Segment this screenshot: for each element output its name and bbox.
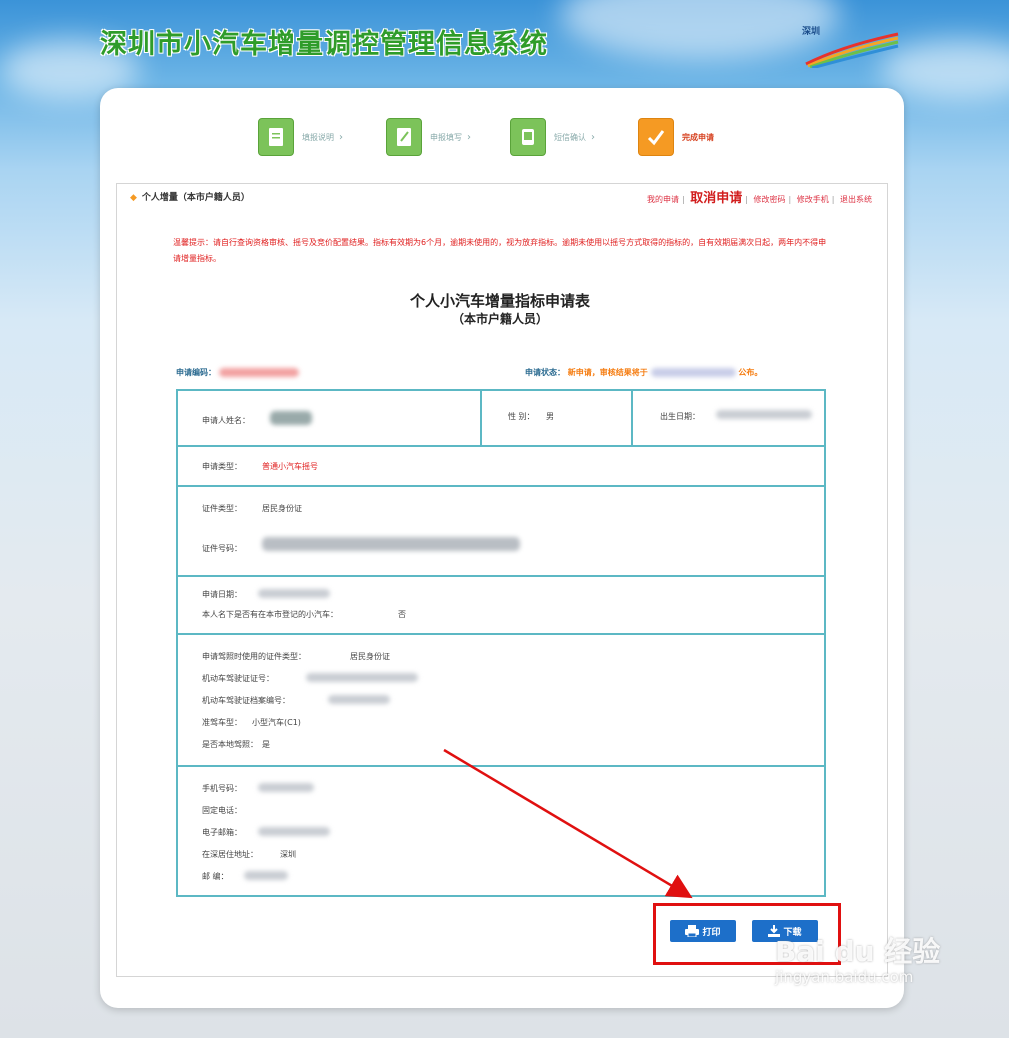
apply-status-label: 申请状态： [525, 368, 565, 377]
edit-icon [386, 118, 422, 156]
apply-type-value: 普通小汽车摇号 [262, 462, 318, 471]
license-id-type-label: 申请驾照时使用的证件类型： [202, 652, 306, 661]
watermark-url: jingyan.baidu.com [775, 968, 914, 986]
redacted-value [650, 368, 736, 377]
breadcrumb-text: 个人增量（本市户籍人员） [141, 193, 250, 203]
form-title: 个人小汽车增量指标申请表 [409, 292, 590, 310]
watermark-main: Bai du 经验 [775, 935, 941, 968]
step-separator: › [467, 131, 471, 143]
apply-status-suffix: 公布。 [738, 368, 763, 377]
change-password-link[interactable]: 修改密码 [754, 195, 786, 204]
step-separator: › [339, 131, 343, 143]
apply-type-label: 申请类型： [202, 462, 242, 471]
step-label: 填报说明 [302, 132, 334, 142]
applicant-name-label: 申请人姓名： [202, 416, 250, 425]
content-topbar: ◆ 个人增量（本市户籍人员） 我的申请 | 取消申请 | 修改密码 | 修改手机 | 退出… [130, 190, 872, 206]
gender-label: 性 别： [508, 412, 535, 421]
document-icon [258, 118, 294, 156]
table-row: 申请日期： 本人名下是否有在本市登记的小汽车： 否 [178, 577, 824, 635]
redacted-value [306, 673, 418, 682]
address-label: 在深居住地址： [202, 850, 258, 859]
breadcrumb: ◆ 个人增量（本市户籍人员） [130, 190, 250, 203]
license-class-value: 小型汽车(C1) [252, 718, 301, 727]
car-ownership-label: 本人名下是否有在本市登记的小汽车： [202, 610, 338, 619]
table-row: 申请人姓名： 性 别： 男 出生日期： [178, 391, 824, 447]
cancel-apply-link[interactable]: 取消申请 [690, 191, 742, 206]
progress-steps: 填报说明 › 申报填写 › 短信确认 › 完成申请 [258, 118, 758, 160]
logout-link[interactable]: 退出系统 [840, 195, 872, 204]
local-license-label: 是否本地驾照： [202, 740, 258, 749]
application-table: 申请人姓名： 性 别： 男 出生日期： 申请类型： 普通小汽车摇号 证件类型： … [176, 389, 826, 897]
apply-date-label: 申请日期： [202, 590, 242, 599]
table-row: 手机号码： 固定电话： 电子邮箱： 在深居住地址： 深圳 邮 编： [178, 767, 824, 899]
step-label: 申报填写 [430, 132, 462, 142]
step-instructions: 填报说明 › [258, 118, 343, 156]
logo-text: 深圳 [802, 27, 821, 37]
license-number-label: 机动车驾驶证证号： [202, 674, 274, 683]
redacted-value [258, 827, 330, 836]
redacted-value [244, 871, 288, 880]
redacted-value [262, 537, 520, 551]
id-type-value: 居民身份证 [262, 504, 302, 513]
apply-status: 申请状态： 新申请，审核结果将于 公布。 [525, 367, 762, 378]
print-label: 打印 [702, 927, 721, 938]
printer-icon [685, 925, 700, 937]
step-label: 完成申请 [682, 132, 714, 142]
system-title: 深圳市小汽车增量调控管理信息系统 [100, 29, 548, 60]
id-type-label: 证件类型： [202, 504, 242, 513]
telephone-label: 固定电话： [202, 806, 242, 815]
step-complete: 完成申请 [638, 118, 714, 156]
cloud-decoration [560, 0, 840, 60]
gender-value: 男 [546, 412, 554, 421]
redacted-value [328, 695, 390, 704]
diamond-icon: ◆ [130, 193, 137, 203]
redacted-value [258, 783, 314, 792]
license-file-label: 机动车驾驶证档案编号： [202, 696, 290, 705]
license-id-type-value: 居民身份证 [350, 652, 390, 661]
print-button[interactable]: 打印 [670, 920, 736, 942]
step-fill-form: 申报填写 › [386, 118, 471, 156]
step-label: 短信确认 [554, 132, 586, 142]
step-separator: › [591, 131, 595, 143]
change-phone-link[interactable]: 修改手机 [797, 195, 829, 204]
checkmark-icon [638, 118, 674, 156]
local-license-value: 是 [262, 740, 270, 749]
apply-number: 申请编码： [176, 367, 299, 378]
table-row: 申请类型： 普通小汽车摇号 [178, 447, 824, 487]
birth-date-label: 出生日期： [660, 412, 700, 421]
redacted-value [218, 368, 299, 377]
license-class-label: 准驾车型： [202, 718, 242, 727]
apply-number-label: 申请编码： [176, 368, 216, 377]
form-subtitle: （本市户籍人员） [451, 312, 548, 326]
notice-text: 温馨提示：请自行查询资格审核、摇号及竞价配置结果。指标有效期为6个月，逾期未使用… [173, 238, 827, 263]
redacted-value [716, 410, 812, 419]
id-number-label: 证件号码： [202, 544, 242, 553]
step-sms-confirm: 短信确认 › [510, 118, 595, 156]
shenzhen-logo: 深圳 [802, 24, 902, 70]
redacted-value [270, 411, 312, 425]
postcode-label: 邮 编： [202, 872, 229, 881]
apply-status-value: 新申请，审核结果将于 [567, 368, 648, 377]
my-apply-link[interactable]: 我的申请 [647, 195, 679, 204]
redacted-value [258, 589, 330, 598]
baidu-watermark: Bai du 经验 jingyan.baidu.com [775, 930, 940, 986]
address-value: 深圳 [280, 850, 296, 859]
email-label: 电子邮箱： [202, 828, 242, 837]
table-row: 证件类型： 居民身份证 证件号码： [178, 487, 824, 577]
car-ownership-value: 否 [398, 610, 406, 619]
table-row: 申请驾照时使用的证件类型： 居民身份证 机动车驾驶证证号： 机动车驾驶证档案编号… [178, 635, 824, 767]
account-links: 我的申请 | 取消申请 | 修改密码 | 修改手机 | 退出系统 [646, 191, 872, 206]
phone-icon [510, 118, 546, 156]
phone-label: 手机号码： [202, 784, 242, 793]
